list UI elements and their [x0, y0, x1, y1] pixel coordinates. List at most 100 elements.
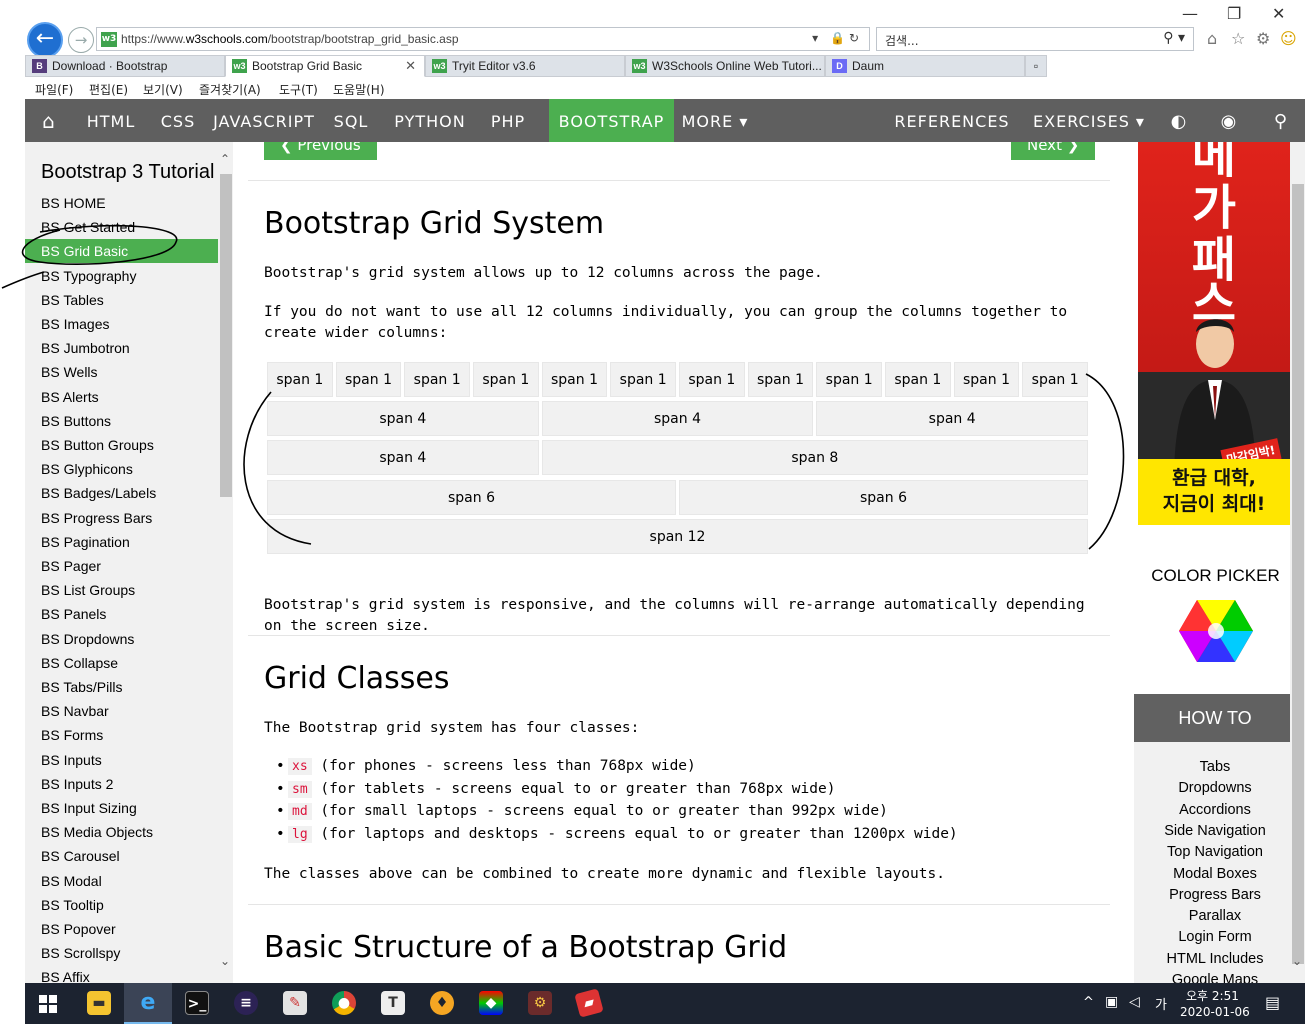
sidebar-item-bs-pager[interactable]: BS Pager [25, 554, 218, 578]
new-tab-button[interactable]: ▫ [1025, 55, 1047, 77]
nav-css[interactable]: CSS [149, 99, 207, 142]
tab-close-icon[interactable]: ✕ [405, 56, 416, 76]
sidebar-item-bs-pagination[interactable]: BS Pagination [25, 530, 218, 554]
taskbar-explorer[interactable]: ▬ [75, 983, 123, 1024]
taskbar-eclipse[interactable]: ≡ [222, 983, 270, 1024]
taskbar-ie[interactable]: e [124, 983, 172, 1024]
search-input[interactable]: 검색... ⚲ ▾ [876, 27, 1194, 51]
sidebar-item-bs-panels[interactable]: BS Panels [25, 602, 218, 626]
menu-tools[interactable]: 도구(T) [279, 81, 318, 98]
nav-exercises[interactable]: EXERCISES ▾ [1033, 99, 1145, 142]
sidebar-item-bs-affix[interactable]: BS Affix [25, 965, 218, 983]
minimize-icon[interactable]: — [1182, 4, 1198, 23]
nav-references[interactable]: REFERENCES ▾ [887, 99, 1017, 176]
nav-html[interactable]: HTML [75, 99, 147, 142]
menu-view[interactable]: 보기(V) [143, 81, 183, 98]
nav-python[interactable]: PYTHON [383, 99, 477, 142]
clock-date[interactable]: 2020-01-06 [1180, 1005, 1250, 1019]
nav-bootstrap[interactable]: BOOTSTRAP [549, 99, 674, 142]
menu-file[interactable]: 파일(F) [35, 81, 73, 98]
forward-button[interactable]: → [68, 27, 94, 53]
howto-link-top-navigation[interactable]: Top Navigation [1134, 844, 1296, 860]
nav-php[interactable]: PHP [479, 99, 537, 142]
clock-time[interactable]: 오후 2:51 [1186, 987, 1239, 1004]
howto-link-html-includes[interactable]: HTML Includes [1134, 951, 1296, 967]
taskbar-paint[interactable]: ✎ [271, 983, 319, 1024]
sidebar-item-bs-buttons[interactable]: BS Buttons [25, 409, 218, 433]
howto-link-tabs[interactable]: Tabs [1134, 759, 1296, 775]
sidebar-item-bs-dropdowns[interactable]: BS Dropdowns [25, 627, 218, 651]
chevron-down-icon[interactable]: ⌄ [1292, 954, 1302, 968]
sidebar-item-bs-alerts[interactable]: BS Alerts [25, 385, 218, 409]
nav-javascript[interactable]: JAVASCRIPT [209, 99, 319, 142]
howto-title[interactable]: HOW TO [1134, 694, 1296, 742]
color-wheel-icon[interactable] [1178, 598, 1254, 664]
taskbar-typora[interactable]: T [369, 983, 417, 1024]
sidebar-item-bs-inputs[interactable]: BS Inputs [25, 748, 218, 772]
sidebar-item-bs-tabs-pills[interactable]: BS Tabs/Pills [25, 675, 218, 699]
sidebar-item-bs-popover[interactable]: BS Popover [25, 917, 218, 941]
gear-icon[interactable]: ⚙ [1256, 29, 1270, 48]
sidebar-item-bs-collapse[interactable]: BS Collapse [25, 651, 218, 675]
howto-link-parallax[interactable]: Parallax [1134, 908, 1296, 924]
globe-icon[interactable]: ◉ [1213, 99, 1245, 142]
howto-link-progress-bars[interactable]: Progress Bars [1134, 887, 1296, 903]
sidebar-item-bs-inputs-2[interactable]: BS Inputs 2 [25, 772, 218, 796]
sidebar-item-bs-jumbotron[interactable]: BS Jumbotron [25, 336, 218, 360]
network-icon[interactable]: ▣ [1105, 994, 1118, 1010]
sidebar-item-bs-media-objects[interactable]: BS Media Objects [25, 820, 218, 844]
menu-edit[interactable]: 편집(E) [89, 81, 128, 98]
search-icon[interactable]: ⚲ ▾ [1163, 30, 1185, 46]
howto-link-accordions[interactable]: Accordions [1134, 802, 1296, 818]
address-bar[interactable]: w3 https://www.w3schools.com/bootstrap/b… [96, 27, 870, 51]
tab-download-bootstrap[interactable]: B Download · Bootstrap [25, 55, 225, 77]
menu-help[interactable]: 도움말(H) [333, 81, 385, 98]
howto-link-dropdowns[interactable]: Dropdowns [1134, 780, 1296, 796]
sidebar-item-bs-button-groups[interactable]: BS Button Groups [25, 433, 218, 457]
tab-w3schools[interactable]: w3 W3Schools Online Web Tutori... [625, 55, 825, 77]
sidebar-item-bs-navbar[interactable]: BS Navbar [25, 699, 218, 723]
sidebar-item-bs-glyphicons[interactable]: BS Glyphicons [25, 457, 218, 481]
sidebar-item-bs-input-sizing[interactable]: BS Input Sizing [25, 796, 218, 820]
sidebar-item-bs-progress-bars[interactable]: BS Progress Bars [25, 506, 218, 530]
sidebar-item-bs-wells[interactable]: BS Wells [25, 360, 218, 384]
tab-tryit-editor[interactable]: w3 Tryit Editor v3.6 [425, 55, 625, 77]
page-scrollbar[interactable]: ⌄ [1290, 142, 1305, 983]
address-controls[interactable]: ▾ 🔒↻ [812, 31, 863, 45]
howto-link-login-form[interactable]: Login Form [1134, 929, 1296, 945]
sidebar-item-bs-forms[interactable]: BS Forms [25, 723, 218, 747]
chevron-up-icon[interactable]: ⌃ [220, 152, 230, 166]
home-icon[interactable]: ⌂ [1207, 29, 1217, 48]
favorites-star-icon[interactable]: ☆ [1231, 29, 1245, 48]
sidebar-item-bs-modal[interactable]: BS Modal [25, 869, 218, 893]
menu-favorites[interactable]: 즐겨찾기(A) [199, 81, 261, 98]
sidebar-item-bs-home[interactable]: BS HOME [25, 191, 218, 215]
start-button[interactable] [25, 983, 73, 1024]
sidebar-item-bs-tooltip[interactable]: BS Tooltip [25, 893, 218, 917]
volume-muted-icon[interactable]: ◁ [1129, 994, 1140, 1010]
sidebar-item-bs-carousel[interactable]: BS Carousel [25, 844, 218, 868]
sidebar-item-bs-badges-labels[interactable]: BS Badges/Labels [25, 481, 218, 505]
howto-link-modal-boxes[interactable]: Modal Boxes [1134, 866, 1296, 882]
back-button[interactable]: ← [27, 22, 63, 58]
page-scroll-thumb[interactable] [1292, 184, 1304, 964]
close-window-icon[interactable]: ✕ [1272, 4, 1285, 23]
howto-link-side-navigation[interactable]: Side Navigation [1134, 823, 1296, 839]
home-icon[interactable]: ⌂ [25, 99, 73, 142]
tray-chevron-icon[interactable]: ^ [1083, 995, 1094, 1010]
chevron-down-icon[interactable]: ⌄ [220, 954, 230, 968]
nav-more[interactable]: MORE ▾ [677, 99, 753, 142]
smiley-icon[interactable]: ☺ [1280, 29, 1297, 48]
contrast-icon[interactable]: ◐ [1163, 99, 1195, 142]
taskbar-gem-app[interactable]: ◆ [467, 983, 515, 1024]
advertisement[interactable]: 메 가 패 스 마감임박! 환급 대학, 지금이 최대! [1138, 142, 1290, 525]
restore-icon[interactable]: ❐ [1227, 4, 1241, 23]
sidebar-scroll-thumb[interactable] [220, 174, 232, 497]
color-picker-title[interactable]: COLOR PICKER [1126, 566, 1305, 586]
sidebar-scrollbar[interactable]: ⌃ ⌄ [218, 142, 233, 983]
tab-bootstrap-grid-basic[interactable]: w3 Bootstrap Grid Basic ✕ [225, 55, 425, 77]
sidebar-item-bs-images[interactable]: BS Images [25, 312, 218, 336]
taskbar-card-app[interactable]: ▰ [565, 983, 613, 1024]
howto-link-google-maps[interactable]: Google Maps [1134, 972, 1296, 983]
taskbar-cmd[interactable]: >_ [173, 983, 221, 1024]
